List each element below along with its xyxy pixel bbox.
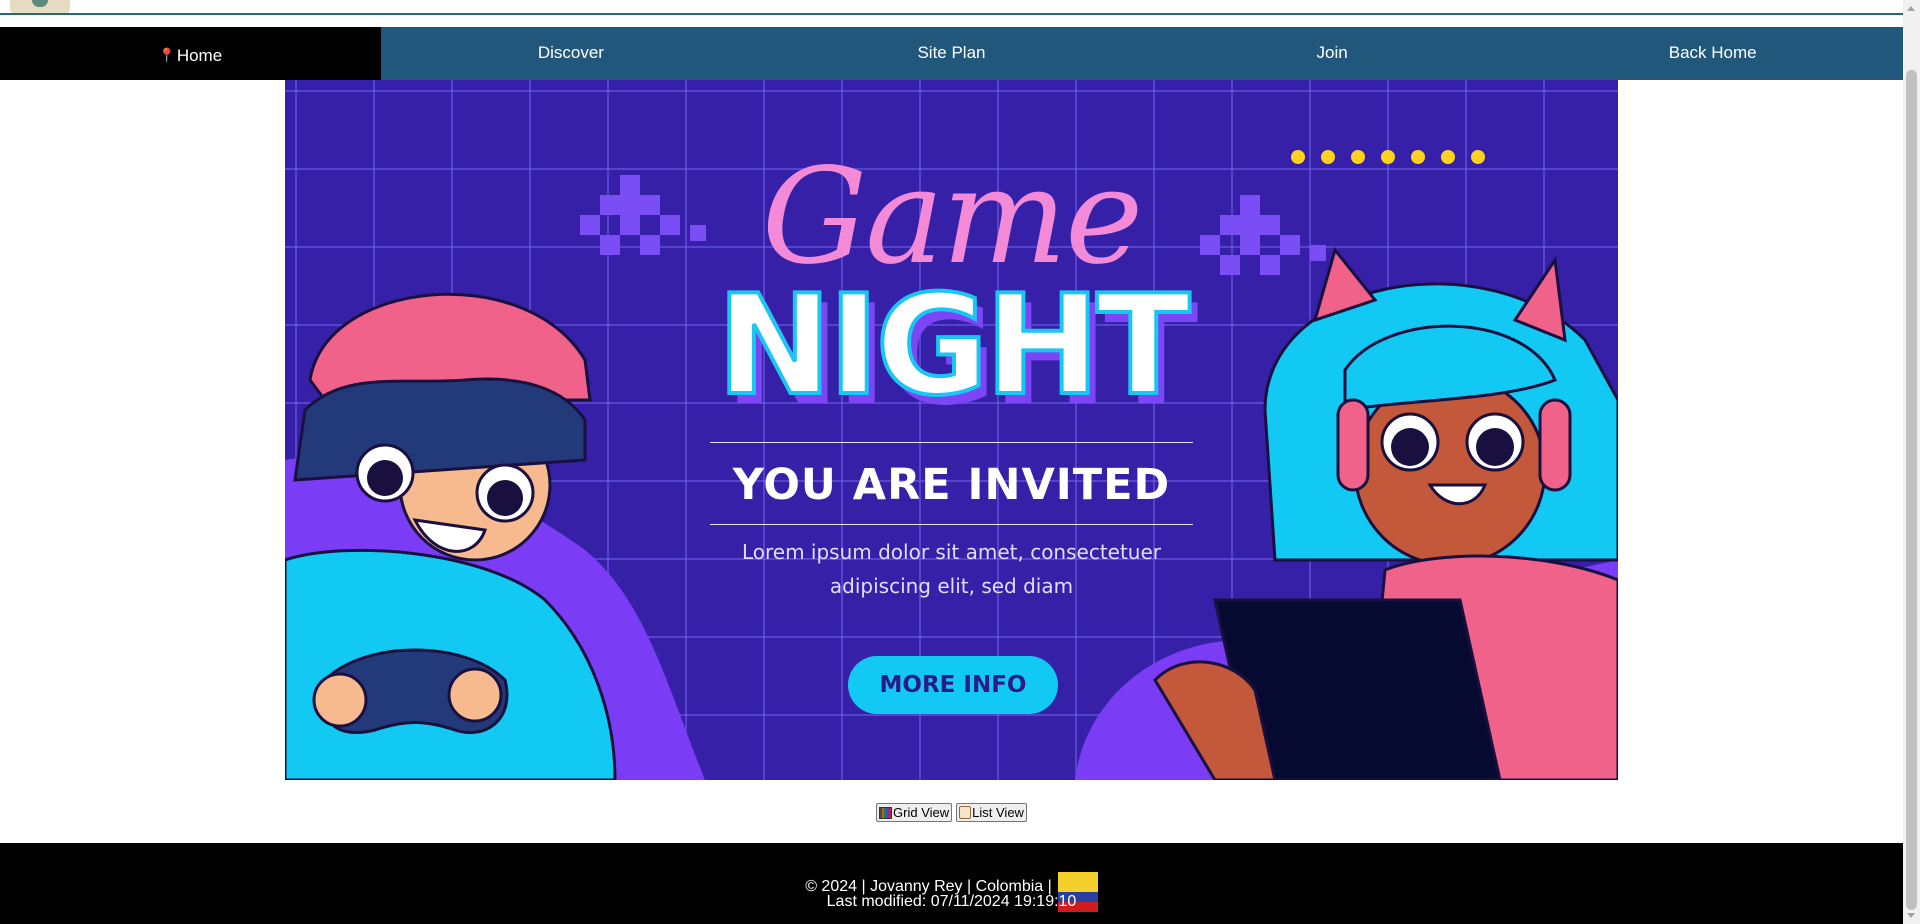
header-strip [0, 0, 1903, 15]
footer-modified-row: Last modified: 07/11/2024 19:19:10 [0, 893, 1903, 911]
more-info-button[interactable]: MORE INFO [848, 656, 1058, 714]
nav-label-back-home: Back Home [1668, 42, 1757, 62]
site-logo[interactable] [10, 0, 70, 13]
hero-title-main: NIGHT [715, 263, 1193, 428]
nav-item-back-home[interactable]: Back Home [1522, 27, 1903, 80]
nav-item-home[interactable]: 📍 Home [0, 27, 381, 80]
divider-bottom [710, 524, 1193, 525]
nav-item-discover[interactable]: Discover [381, 27, 762, 80]
page: 📍Home Discover Site Plan Join Back Home [0, 0, 1903, 924]
scroll-thumb[interactable] [1906, 70, 1917, 910]
grid-icon [879, 806, 893, 819]
vertical-scrollbar[interactable] [1903, 0, 1920, 924]
last-modified-text: Last modified: 07/11/2024 19:19:10 [826, 893, 1077, 910]
grid-view-label: Grid View [893, 805, 950, 820]
nav-label-join: Join [1316, 42, 1348, 62]
list-view-button[interactable]: List View [956, 803, 1027, 822]
nav-label-home: Home [176, 45, 223, 65]
pin-icon: 📍 [158, 47, 176, 63]
nav-item-site-plan[interactable]: Site Plan [761, 27, 1142, 80]
view-toggle: Grid View List View [0, 803, 1903, 822]
divider-top [710, 442, 1193, 443]
nav-item-join[interactable]: Join [1142, 27, 1523, 80]
hero-subtitle: YOU ARE INVITED [732, 460, 1171, 510]
list-view-label: List View [972, 805, 1024, 820]
scroll-down-arrow-icon[interactable] [1907, 913, 1915, 918]
hero-body-text: Lorem ipsum dolor sit amet, consectetuer… [741, 540, 1162, 598]
page-footer: © 2024 | Jovanny Rey | Colombia | Last m… [0, 843, 1903, 924]
nav-label-discover: Discover [537, 42, 604, 62]
grid-view-button[interactable]: Grid View [876, 803, 953, 822]
scroll-up-arrow-icon[interactable] [1907, 6, 1915, 11]
nav-label-site-plan: Site Plan [917, 42, 986, 62]
main-nav: 📍 Home Discover Site Plan Join Back Home [0, 27, 1903, 80]
game-night-banner: Game NIGHT YOU ARE INVITED Lorem ipsum d… [285, 80, 1618, 780]
scroll-icon [959, 806, 972, 819]
